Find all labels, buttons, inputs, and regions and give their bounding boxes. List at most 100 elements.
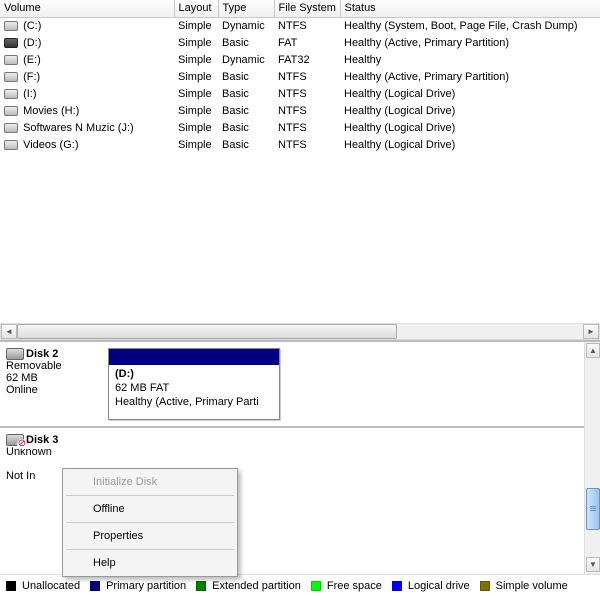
disk3-state: Not In	[6, 470, 35, 482]
legend-unallocated: Unallocated	[22, 580, 80, 592]
unknown-disk-error-icon	[6, 434, 24, 446]
volume-name: (C:)	[23, 20, 41, 32]
col-volume[interactable]: Volume	[0, 0, 174, 17]
drive-icon	[4, 89, 18, 99]
scroll-thumb[interactable]	[17, 324, 397, 339]
table-row[interactable]: Videos (G:)SimpleBasicNTFSHealthy (Logic…	[0, 136, 600, 153]
volume-type: Basic	[218, 119, 274, 136]
table-row[interactable]: (F:)SimpleBasicNTFSHealthy (Active, Prim…	[0, 68, 600, 85]
volume-type: Basic	[218, 136, 274, 153]
volume-table: Volume Layout Type File System Status Ca…	[0, 0, 600, 153]
volume-status: Healthy (System, Boot, Page File, Crash …	[340, 17, 600, 34]
table-row[interactable]: Movies (H:) SimpleBasicNTFSHealthy (Logic…	[0, 102, 600, 119]
legend-primary: Primary partition	[106, 580, 186, 592]
volume-status: Healthy (Logical Drive)	[340, 102, 600, 119]
disk2-vol-status: Healthy (Active, Primary Parti	[115, 396, 259, 408]
drive-icon	[4, 106, 18, 116]
volume-layout: Simple	[174, 119, 218, 136]
menu-initialize-disk: Initialize Disk	[65, 471, 235, 493]
swatch-simple	[480, 581, 490, 591]
volume-fs: FAT32	[274, 51, 340, 68]
removable-disk-icon	[6, 348, 24, 360]
disk2-title: Disk 2	[26, 348, 58, 360]
legend-bar: Unallocated Primary partition Extended p…	[0, 574, 600, 596]
volume-name: (F:)	[23, 71, 40, 83]
volume-name: Movies (H:)	[23, 105, 79, 117]
volume-name: (E:)	[23, 54, 41, 66]
disk2-vol-size: 62 MB FAT	[115, 382, 169, 394]
scroll-down-arrow-icon[interactable]: ▼	[586, 557, 600, 572]
volume-selection-bar	[109, 349, 279, 365]
volume-status: Healthy (Active, Primary Partition)	[340, 34, 600, 51]
col-filesystem[interactable]: File System	[274, 0, 340, 17]
volume-layout: Simple	[174, 136, 218, 153]
table-row[interactable]: (D:)SimpleBasicFATHealthy (Active, Prima…	[0, 34, 600, 51]
volume-type: Dynamic	[218, 51, 274, 68]
volume-type: Basic	[218, 68, 274, 85]
horizontal-scrollbar[interactable]: ◄ ►	[0, 323, 600, 340]
col-type[interactable]: Type	[218, 0, 274, 17]
scroll-up-arrow-icon[interactable]: ▲	[586, 343, 600, 358]
volume-name: Videos (G:)	[23, 139, 78, 151]
swatch-primary	[90, 581, 100, 591]
volume-status: Healthy (Logical Drive)	[340, 119, 600, 136]
scroll-right-arrow-icon[interactable]: ►	[583, 324, 599, 339]
volume-type: Dynamic	[218, 17, 274, 34]
column-headers[interactable]: Volume Layout Type File System Status Ca	[0, 0, 600, 17]
menu-separator	[66, 495, 234, 496]
volume-status: Healthy (Logical Drive)	[340, 85, 600, 102]
disk3-kind: Unknown	[6, 446, 52, 458]
disk2-label: Disk 2 Removable 62 MB Online	[0, 342, 100, 426]
volume-layout: Simple	[174, 51, 218, 68]
disk-row-disk2[interactable]: Disk 2 Removable 62 MB Online (D:) 62 MB…	[0, 342, 600, 428]
menu-separator	[66, 549, 234, 550]
volume-fs: NTFS	[274, 17, 340, 34]
disk2-size: 62 MB	[6, 372, 38, 384]
col-layout[interactable]: Layout	[174, 0, 218, 17]
volume-layout: Simple	[174, 68, 218, 85]
table-row[interactable]: (I:)SimpleBasicNTFSHealthy (Logical Driv…	[0, 85, 600, 102]
volume-name: (D:)	[23, 37, 41, 49]
volume-status: Healthy (Active, Primary Partition)	[340, 68, 600, 85]
legend-extended: Extended partition	[212, 580, 301, 592]
disk2-volume-d[interactable]: (D:) 62 MB FAT Healthy (Active, Primary …	[108, 348, 280, 420]
legend-logical: Logical drive	[408, 580, 470, 592]
volume-layout: Simple	[174, 85, 218, 102]
disk2-volume-area: (D:) 62 MB FAT Healthy (Active, Primary …	[100, 342, 288, 426]
volume-fs: NTFS	[274, 85, 340, 102]
volume-fs: FAT	[274, 34, 340, 51]
table-row[interactable]: (E:)SimpleDynamicFAT32Healthy18	[0, 51, 600, 68]
drive-icon	[4, 72, 18, 82]
drive-icon	[4, 123, 18, 133]
menu-help[interactable]: Help	[65, 552, 235, 574]
swatch-free	[311, 581, 321, 591]
menu-separator	[66, 522, 234, 523]
volume-type: Basic	[218, 34, 274, 51]
volume-status: Healthy (Logical Drive)	[340, 136, 600, 153]
volume-fs: NTFS	[274, 119, 340, 136]
volume-layout: Simple	[174, 17, 218, 34]
vscroll-thumb[interactable]	[586, 488, 600, 530]
volume-fs: NTFS	[274, 102, 340, 119]
vertical-scrollbar[interactable]: ▲ ▼	[584, 342, 600, 574]
disk2-state: Online	[6, 384, 38, 396]
col-status[interactable]: Status	[340, 0, 600, 17]
menu-offline[interactable]: Offline	[65, 498, 235, 520]
volume-layout: Simple	[174, 102, 218, 119]
drive-icon	[4, 38, 18, 48]
scroll-left-arrow-icon[interactable]: ◄	[1, 324, 17, 339]
volume-type: Basic	[218, 102, 274, 119]
swatch-extended	[196, 581, 206, 591]
menu-properties[interactable]: Properties	[65, 525, 235, 547]
volume-type: Basic	[218, 85, 274, 102]
volume-name: Softwares N Muzic (J:)	[23, 122, 134, 134]
table-row[interactable]: (C:) SimpleDynamicNTFSHealthy (System, Bo…	[0, 17, 600, 34]
disk2-vol-label: (D:)	[115, 368, 134, 380]
scroll-track[interactable]	[17, 324, 583, 339]
table-row[interactable]: Softwares N Muzic (J:) SimpleBasicNTFSHea…	[0, 119, 600, 136]
legend-free: Free space	[327, 580, 382, 592]
legend-simple: Simple volume	[496, 580, 568, 592]
swatch-unallocated	[6, 581, 16, 591]
disk2-kind: Removable	[6, 360, 62, 372]
volume-status: Healthy	[340, 51, 600, 68]
